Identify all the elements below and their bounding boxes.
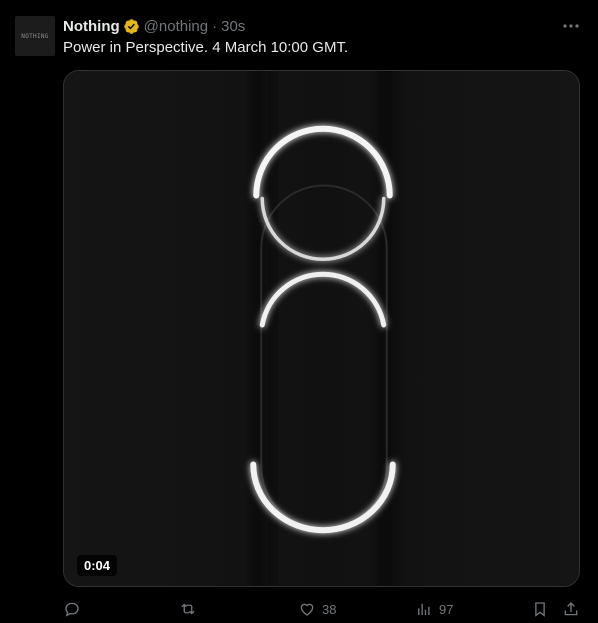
retweet-button[interactable] [179,598,203,620]
like-button[interactable]: 38 [298,598,336,620]
separator-dot: · [212,17,218,35]
bookmark-icon [535,602,545,617]
reply-icon [65,602,79,617]
views-count: 97 [439,601,454,617]
retweet-icon [181,603,195,615]
verified-badge-icon[interactable] [123,18,140,35]
video-player[interactable]: 0:04 [63,70,580,587]
avatar-logo-text: NOTHING [21,32,49,40]
avatar[interactable]: NOTHING [15,16,55,56]
author-name[interactable]: Nothing [63,18,120,35]
reply-button[interactable] [63,598,87,620]
like-count: 38 [322,601,337,617]
tweet-header: Nothing @nothing · 30s [63,16,245,36]
tweet[interactable]: NOTHING Nothing @nothing · 30s Power in … [0,0,598,623]
views-icon [418,603,430,615]
video-duration: 0:04 [77,555,118,576]
views-button[interactable]: 97 [415,598,453,620]
tweet-text: Power in Perspective. 4 March 10:00 GMT. [63,39,349,56]
share-icon [564,602,578,616]
timestamp[interactable]: 30s [221,18,245,35]
share-button[interactable] [562,598,580,620]
more-icon[interactable] [560,18,582,34]
author-handle[interactable]: @nothing [144,18,208,35]
video-frame [64,71,579,586]
heart-icon [300,603,314,616]
bookmark-button[interactable] [531,598,549,620]
action-bar: 38 97 [63,598,590,620]
